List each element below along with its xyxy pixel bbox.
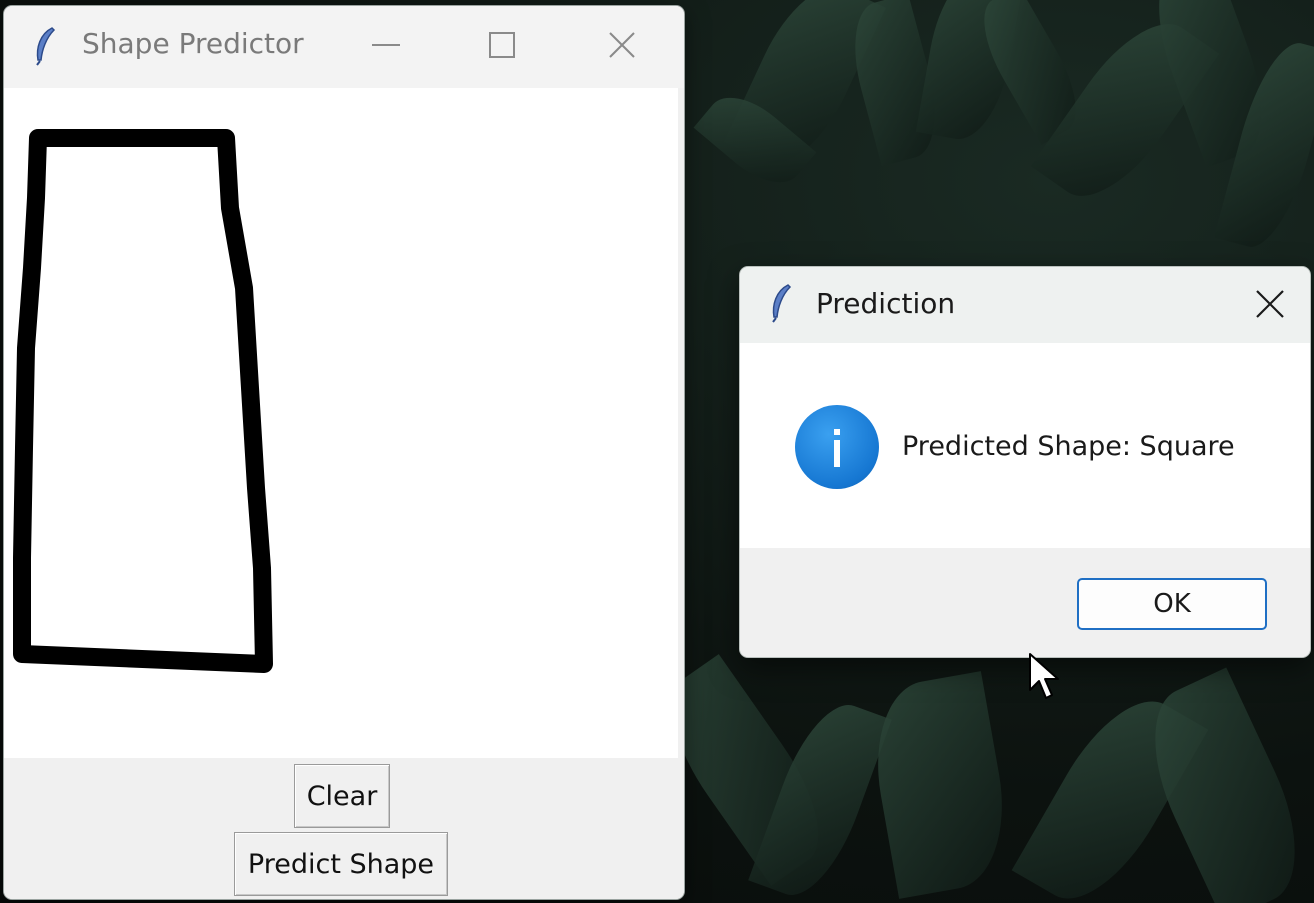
button-panel: Clear Predict Shape: [4, 758, 684, 899]
dialog-body: Predicted Shape: Square: [740, 343, 1310, 548]
prediction-message: Predicted Shape: Square: [902, 431, 1235, 462]
mouse-cursor-icon: [1029, 653, 1059, 699]
window-title: Shape Predictor: [82, 27, 304, 60]
prediction-dialog: Prediction Predicted Shape: Square OK: [740, 267, 1310, 657]
maximize-icon: [489, 32, 515, 58]
feather-icon: [32, 26, 60, 66]
clear-button[interactable]: Clear: [294, 764, 390, 828]
dialog-title: Prediction: [816, 287, 956, 320]
feather-icon: [768, 283, 796, 323]
shape-predictor-window: Shape Predictor Clear Predict Shape: [4, 6, 684, 899]
minimize-icon: [372, 44, 400, 46]
close-icon: [609, 32, 635, 58]
close-icon: [1256, 290, 1284, 318]
dialog-title-bar[interactable]: Prediction: [740, 267, 1310, 343]
info-icon: [795, 405, 879, 489]
close-button[interactable]: [592, 20, 652, 70]
dialog-footer: OK: [740, 548, 1310, 657]
drawn-shape: [13, 129, 273, 673]
ok-button[interactable]: OK: [1077, 578, 1267, 630]
dialog-close-button[interactable]: [1240, 279, 1300, 329]
maximize-button[interactable]: [472, 20, 532, 70]
predict-shape-button[interactable]: Predict Shape: [234, 832, 448, 896]
title-bar[interactable]: Shape Predictor: [4, 6, 684, 88]
minimize-button[interactable]: [356, 20, 416, 70]
drawing-canvas[interactable]: [4, 88, 678, 758]
